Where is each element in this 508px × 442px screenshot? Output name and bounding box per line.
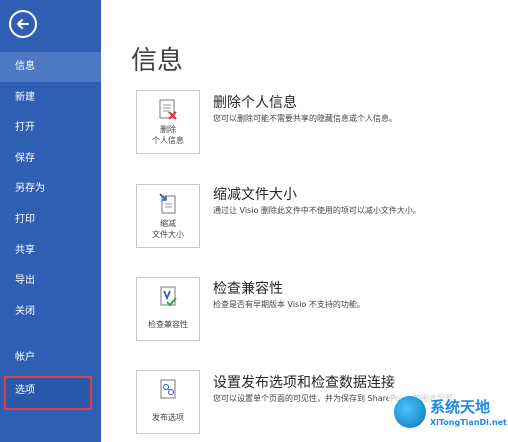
page-title: 信息 [131, 46, 184, 76]
sidebar-item-save[interactable]: 保存 [0, 144, 101, 174]
remove-personal-info-title: 删除个人信息 [213, 95, 297, 111]
watermark-subtext: XiTongTianDi.net [430, 418, 507, 427]
publish-options-icon [160, 379, 176, 399]
sidebar-item-print[interactable]: 打印 [0, 205, 101, 235]
check-compatibility-title: 检查兼容性 [213, 281, 283, 297]
sidebar-item-share[interactable]: 共享 [0, 236, 101, 266]
reduce-file-size-button-label: 缩减 文件大小 [152, 219, 184, 239]
publish-options-title: 设置发布选项和检查数据连接 [213, 375, 395, 391]
reduce-file-size-title: 缩减文件大小 [213, 187, 297, 203]
check-compatibility-button[interactable]: 检查兼容性 [136, 277, 200, 341]
reduce-file-size-button[interactable]: 缩减 文件大小 [136, 184, 200, 248]
sidebar-item-open[interactable]: 打开 [0, 113, 101, 143]
back-button[interactable] [9, 10, 37, 38]
watermark: 系统天地 XiTongTianDi.net [388, 390, 508, 442]
sidebar-item-new[interactable]: 新建 [0, 83, 101, 113]
publish-options-button-label: 发布选项 [152, 413, 184, 422]
sidebar-item-options[interactable]: 选项 [4, 376, 92, 410]
reduce-size-icon [159, 193, 176, 214]
sidebar-item-close[interactable]: 关闭 [0, 297, 101, 327]
backstage-sidebar: 信息 新建 打开 保存 另存为 打印 共享 导出 关闭 帐户 选项 [0, 0, 101, 442]
sidebar-item-info[interactable]: 信息 [0, 52, 101, 82]
remove-personal-info-desc: 您可以删除可能不需要共享的隐藏信息或个人信息。 [213, 114, 397, 123]
check-compatibility-button-label: 检查兼容性 [148, 320, 188, 329]
watermark-text: 系统天地 [430, 398, 491, 416]
back-arrow-icon [17, 19, 29, 29]
sidebar-item-export[interactable]: 导出 [0, 266, 101, 296]
sidebar-item-account[interactable]: 帐户 [0, 343, 101, 373]
check-compatibility-desc: 检查是否有早期版本 Visio 不支持的功能。 [213, 300, 365, 309]
publish-options-button[interactable]: 发布选项 [136, 370, 200, 434]
watermark-logo-icon [394, 396, 426, 428]
remove-personal-info-button-label: 删除 个人信息 [152, 125, 184, 145]
sidebar-item-save-as[interactable]: 另存为 [0, 174, 101, 204]
backstage-main: 信息 删除 个人信息 删除个人信息 您可以删除可能不需要共享的隐藏信息或个人信息… [101, 0, 508, 442]
reduce-file-size-desc: 通过让 Visio 删除此文件中不使用的项可以减小文件大小。 [213, 206, 421, 215]
remove-personal-info-button[interactable]: 删除 个人信息 [136, 90, 200, 154]
compatibility-check-icon [160, 286, 177, 307]
remove-info-icon [159, 99, 177, 120]
